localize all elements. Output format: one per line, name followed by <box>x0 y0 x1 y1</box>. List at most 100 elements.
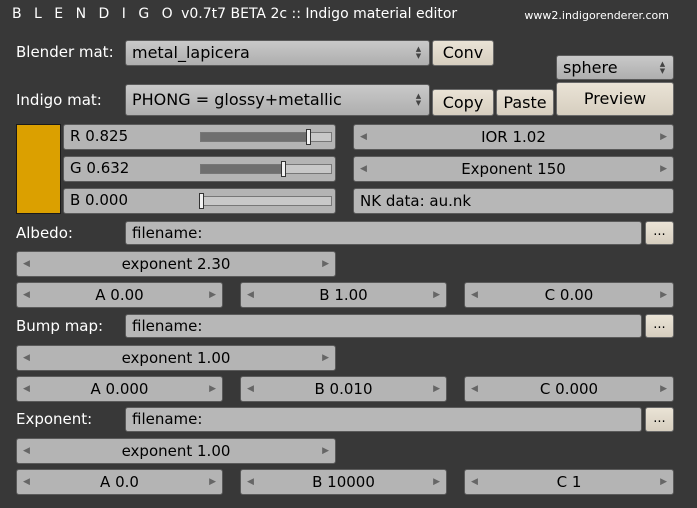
indigo-mat-select[interactable]: PHONG = glossy+metallic ▲ ▼ <box>125 84 430 116</box>
r-slider-track <box>200 129 332 145</box>
decrement-arrow-icon[interactable]: ◀ <box>471 470 478 494</box>
exponent-browse-button[interactable]: ... <box>645 407 674 432</box>
increment-arrow-icon[interactable]: ▶ <box>209 470 216 494</box>
increment-arrow-icon[interactable]: ▶ <box>660 157 667 181</box>
blender-mat-value: metal_lapicera <box>132 43 250 62</box>
conv-button[interactable]: Conv <box>432 40 494 66</box>
decrement-arrow-icon[interactable]: ◀ <box>23 470 30 494</box>
exponent-map-c-value: C 1 <box>556 473 582 491</box>
increment-arrow-icon[interactable]: ▶ <box>660 470 667 494</box>
increment-arrow-icon[interactable]: ▶ <box>660 125 667 149</box>
exponent-map-exponent-field[interactable]: ◀ exponent 1.00 ▶ <box>16 438 336 464</box>
exponent-map-a-field[interactable]: ◀ A 0.0 ▶ <box>16 469 223 495</box>
bump-browse-button[interactable]: ... <box>645 314 674 338</box>
bump-filename-field[interactable]: filename: <box>125 314 642 338</box>
r-slider[interactable]: R 0.825 <box>63 124 336 150</box>
g-slider-fill <box>201 165 284 173</box>
decrement-arrow-icon[interactable]: ◀ <box>23 252 30 276</box>
updown-arrows-icon: ▲ ▼ <box>415 92 422 107</box>
bump-a-field[interactable]: ◀ A 0.000 ▶ <box>16 376 223 402</box>
color-swatch[interactable] <box>16 124 61 214</box>
nk-data-field[interactable]: NK data: au.nk <box>353 188 674 214</box>
b-value: B 0.000 <box>70 191 129 209</box>
preview-button[interactable]: Preview <box>556 82 674 116</box>
blender-mat-select[interactable]: metal_lapicera ▲ ▼ <box>125 40 430 66</box>
decrement-arrow-icon[interactable]: ◀ <box>23 377 30 401</box>
b-slider-knob[interactable] <box>199 193 204 209</box>
bump-b-field[interactable]: ◀ B 0.010 ▶ <box>240 376 447 402</box>
r-slider-knob[interactable] <box>306 129 312 145</box>
ior-value: IOR 1.02 <box>481 128 546 146</box>
albedo-label: Albedo: <box>16 224 73 242</box>
exponent-map-b-field[interactable]: ◀ B 10000 ▶ <box>240 469 447 495</box>
exponent-field[interactable]: ◀ Exponent 150 ▶ <box>353 156 674 182</box>
increment-arrow-icon[interactable]: ▶ <box>322 252 329 276</box>
albedo-c-field[interactable]: ◀ C 0.00 ▶ <box>464 282 674 308</box>
decrement-arrow-icon[interactable]: ◀ <box>247 283 254 307</box>
copy-button[interactable]: Copy <box>432 89 494 116</box>
decrement-arrow-icon[interactable]: ◀ <box>471 377 478 401</box>
bump-a-value: A 0.000 <box>90 380 149 398</box>
increment-arrow-icon[interactable]: ▶ <box>322 439 329 463</box>
editor-title: B L E N D I G O v0.7t7 BETA 2c :: Indigo… <box>12 6 457 22</box>
exponent-map-b-value: B 10000 <box>312 473 375 491</box>
bump-exponent-field[interactable]: ◀ exponent 1.00 ▶ <box>16 345 336 371</box>
b-slider-track <box>199 193 332 209</box>
bump-c-field[interactable]: ◀ C 0.000 ▶ <box>464 376 674 402</box>
decrement-arrow-icon[interactable]: ◀ <box>360 125 367 149</box>
decrement-arrow-icon[interactable]: ◀ <box>23 439 30 463</box>
bump-c-value: C 0.000 <box>539 380 599 398</box>
increment-arrow-icon[interactable]: ▶ <box>433 470 440 494</box>
exponent-filename-field[interactable]: filename: <box>125 407 642 432</box>
increment-arrow-icon[interactable]: ▶ <box>209 283 216 307</box>
preview-shape-value: sphere <box>563 58 618 77</box>
blender-mat-label: Blender mat: <box>16 43 114 61</box>
bump-b-value: B 0.010 <box>314 380 373 398</box>
g-value: G 0.632 <box>70 159 130 177</box>
indigo-mat-value: PHONG = glossy+metallic <box>132 90 342 109</box>
albedo-exponent-value: exponent 2.30 <box>121 255 231 273</box>
ior-field[interactable]: ◀ IOR 1.02 ▶ <box>353 124 674 150</box>
albedo-a-value: A 0.00 <box>95 286 144 304</box>
exponent-map-label: Exponent: <box>16 410 93 428</box>
increment-arrow-icon[interactable]: ▶ <box>433 283 440 307</box>
brand-name: B L E N D I G O <box>12 6 177 22</box>
albedo-a-field[interactable]: ◀ A 0.00 ▶ <box>16 282 223 308</box>
paste-button[interactable]: Paste <box>496 89 554 116</box>
editor-subtitle: Indigo material editor <box>305 6 458 22</box>
updown-arrows-icon: ▲ ▼ <box>659 59 666 75</box>
r-slider-fill <box>201 133 309 141</box>
updown-arrows-icon: ▲ ▼ <box>415 45 422 60</box>
increment-arrow-icon[interactable]: ▶ <box>660 283 667 307</box>
exponent-map-c-field[interactable]: ◀ C 1 ▶ <box>464 469 674 495</box>
decrement-arrow-icon[interactable]: ◀ <box>471 283 478 307</box>
website-link[interactable]: www2.indigorenderer.com <box>524 9 669 22</box>
exponent-map-a-value: A 0.0 <box>100 473 139 491</box>
increment-arrow-icon[interactable]: ▶ <box>322 346 329 370</box>
decrement-arrow-icon[interactable]: ◀ <box>360 157 367 181</box>
r-value: R 0.825 <box>70 127 129 145</box>
albedo-c-value: C 0.00 <box>544 286 594 304</box>
albedo-browse-button[interactable]: ... <box>645 221 674 245</box>
g-slider[interactable]: G 0.632 <box>63 156 336 182</box>
exponent-map-exponent-value: exponent 1.00 <box>121 442 231 460</box>
albedo-exponent-field[interactable]: ◀ exponent 2.30 ▶ <box>16 251 336 277</box>
albedo-b-value: B 1.00 <box>319 286 368 304</box>
increment-arrow-icon[interactable]: ▶ <box>209 377 216 401</box>
g-slider-track <box>200 161 332 177</box>
increment-arrow-icon[interactable]: ▶ <box>433 377 440 401</box>
decrement-arrow-icon[interactable]: ◀ <box>247 470 254 494</box>
decrement-arrow-icon[interactable]: ◀ <box>23 346 30 370</box>
title-separator: :: <box>291 6 301 22</box>
albedo-filename-field[interactable]: filename: <box>125 221 642 245</box>
g-slider-knob[interactable] <box>281 161 287 177</box>
decrement-arrow-icon[interactable]: ◀ <box>247 377 254 401</box>
decrement-arrow-icon[interactable]: ◀ <box>23 283 30 307</box>
preview-shape-select[interactable]: sphere ▲ ▼ <box>556 55 674 80</box>
exponent-value: Exponent 150 <box>461 160 566 178</box>
increment-arrow-icon[interactable]: ▶ <box>660 377 667 401</box>
albedo-b-field[interactable]: ◀ B 1.00 ▶ <box>240 282 447 308</box>
bump-exponent-value: exponent 1.00 <box>121 349 231 367</box>
version-label: v0.7t7 BETA 2c <box>181 6 288 22</box>
b-slider[interactable]: B 0.000 <box>63 188 336 214</box>
